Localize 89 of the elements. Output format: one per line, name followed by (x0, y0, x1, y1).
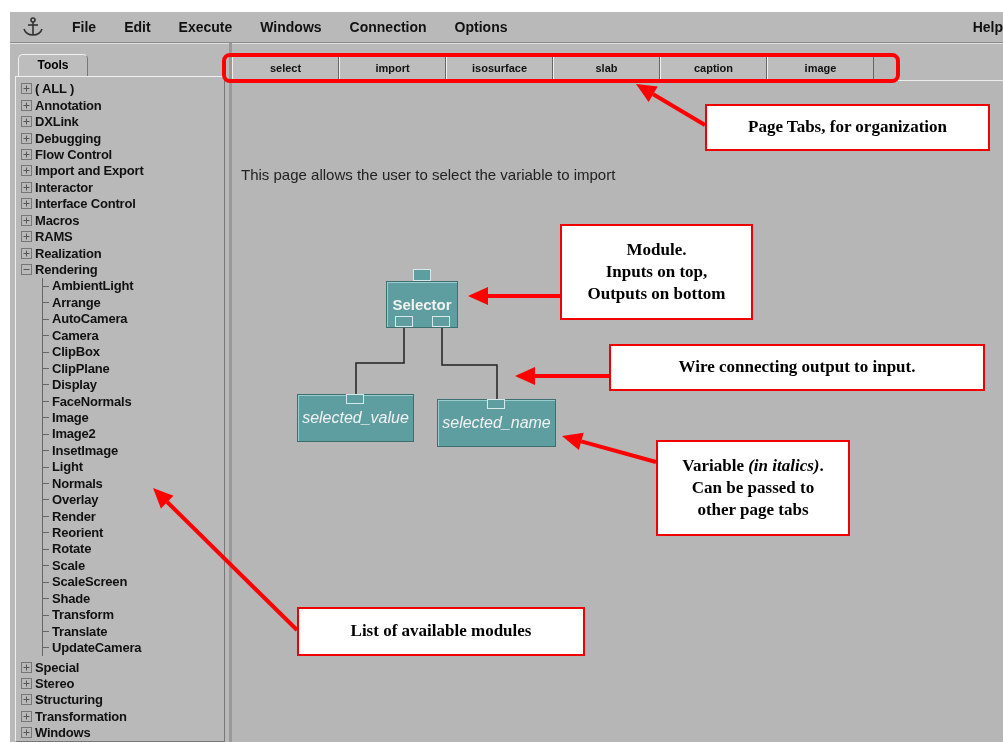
input-port[interactable] (346, 394, 364, 404)
tree-category[interactable]: Rendering (35, 262, 98, 278)
tree-category[interactable]: RAMS (35, 229, 73, 245)
page-description: This page allows the user to select the variable to import (241, 166, 616, 183)
expand-icon[interactable] (21, 198, 32, 210)
callout-text: Can be passed to (691, 476, 815, 499)
expand-icon[interactable] (21, 247, 32, 259)
input-port[interactable] (487, 399, 505, 409)
expand-icon[interactable] (21, 132, 32, 144)
callout-text: Module. (626, 238, 687, 261)
tree-item[interactable]: Reorient (52, 525, 104, 541)
callout-text: Inputs on top, (605, 260, 708, 283)
page-tab[interactable]: caption (660, 56, 767, 80)
tree-category[interactable]: Realization (35, 245, 102, 261)
wire (355, 327, 405, 395)
tree-item[interactable]: Render (52, 508, 96, 524)
menu-item[interactable]: Connection (349, 19, 427, 35)
tree-item[interactable]: Normals (52, 475, 103, 491)
tools-tab[interactable]: Tools (18, 54, 88, 76)
expand-icon[interactable] (21, 181, 32, 193)
expand-icon[interactable] (21, 694, 32, 706)
tree-item[interactable]: Translate (52, 623, 108, 639)
menu-item[interactable]: Options (454, 19, 508, 35)
expand-icon[interactable] (21, 148, 32, 160)
tree-category[interactable]: Windows (35, 725, 91, 741)
tree-category[interactable]: Flow Control (35, 146, 113, 162)
menu-item[interactable]: File (72, 19, 97, 35)
tree-category[interactable]: Interactor (35, 179, 93, 195)
tree-category[interactable]: Import and Export (35, 163, 144, 179)
tree-item[interactable]: Camera (52, 327, 99, 343)
tree-item[interactable]: Rotate (52, 541, 92, 557)
tree-category[interactable]: ( ALL ) (35, 81, 75, 97)
page-tab[interactable]: import (339, 56, 446, 80)
callout-text: Page Tabs, for organization (748, 116, 947, 139)
page-tab[interactable]: isosurface (446, 56, 553, 80)
tree-category[interactable]: Structuring (35, 692, 103, 708)
callout-text: Variable (in italics). (682, 454, 824, 477)
tree-item[interactable]: Light (52, 459, 83, 475)
expand-icon[interactable] (21, 165, 32, 177)
expand-icon[interactable] (21, 83, 32, 95)
page-tab[interactable]: select (232, 56, 339, 80)
page-tab[interactable]: image (767, 56, 874, 80)
collapse-icon[interactable] (21, 264, 32, 276)
tree-category[interactable]: Special (35, 659, 80, 675)
callout-text: Outputs on bottom (587, 283, 726, 306)
tree-item[interactable]: Arrange (52, 294, 101, 310)
menu-item[interactable]: Windows (260, 19, 322, 35)
callout-text: other page tabs (697, 499, 809, 522)
tree-item[interactable]: UpdateCamera (52, 640, 142, 656)
tree-category[interactable]: Stereo (35, 675, 75, 691)
tree-category[interactable]: Annotation (35, 97, 102, 113)
menu-item[interactable]: Edit (124, 19, 151, 35)
expand-icon[interactable] (21, 99, 32, 111)
output-port[interactable] (432, 316, 450, 327)
input-port[interactable] (413, 269, 431, 281)
tree-item[interactable]: FaceNormals (52, 393, 132, 409)
tree-item[interactable]: AmbientLight (52, 278, 134, 294)
tree-item[interactable]: ClipBox (52, 344, 100, 360)
tree-item[interactable]: Scale (52, 557, 85, 573)
tree-item[interactable]: AutoCamera (52, 311, 128, 327)
page-tab[interactable]: slab (553, 56, 660, 80)
expand-icon[interactable] (21, 677, 32, 689)
tree-category[interactable]: Debugging (35, 130, 102, 146)
tree-item[interactable]: Shade (52, 590, 90, 606)
tree-item[interactable]: ClipPlane (52, 360, 110, 376)
tree-category[interactable]: Macros (35, 212, 80, 228)
expand-icon[interactable] (21, 116, 32, 128)
tree-category[interactable]: DXLink (35, 114, 79, 130)
expand-icon[interactable] (21, 214, 32, 226)
menu-item[interactable]: Execute (178, 19, 233, 35)
anchor-icon[interactable] (22, 17, 44, 37)
arrow (636, 84, 707, 127)
tree-item[interactable]: InsetImage (52, 442, 118, 458)
tree-item[interactable]: Transform (52, 607, 114, 623)
output-port[interactable] (395, 316, 413, 327)
expand-icon[interactable] (21, 661, 32, 673)
callout-text: List of available modules (350, 620, 532, 643)
expand-icon[interactable] (21, 231, 32, 243)
tree-category[interactable]: Transformation (35, 708, 127, 724)
tree-item[interactable]: Image2 (52, 426, 96, 442)
menu-item[interactable]: Help (972, 19, 1003, 35)
tree-category[interactable]: Interface Control (35, 196, 136, 212)
tree-item[interactable]: Overlay (52, 492, 99, 508)
tree-item[interactable]: ScaleScreen (52, 574, 128, 590)
tree-item[interactable]: Image (52, 409, 89, 425)
tree-item[interactable]: Display (52, 377, 97, 393)
callout-text: Wire connecting output to input. (678, 356, 916, 379)
expand-icon[interactable] (21, 727, 32, 739)
expand-icon[interactable] (21, 710, 32, 722)
